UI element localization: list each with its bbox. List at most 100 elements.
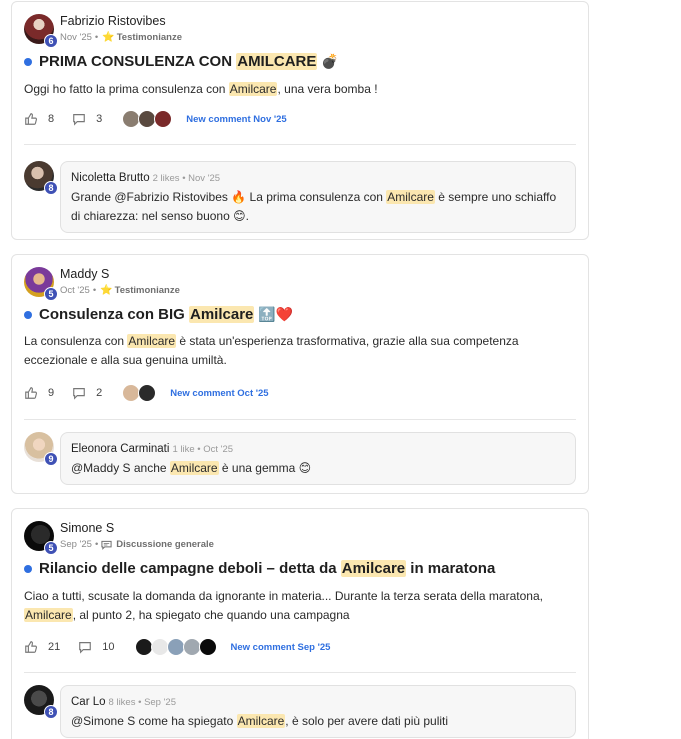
author-name[interactable]: Maddy S xyxy=(60,267,180,282)
avatar xyxy=(198,638,217,656)
search-highlight: Amilcare xyxy=(386,190,435,204)
avatar[interactable]: 5 xyxy=(24,267,58,301)
comment-meta: 1 like • Oct '25 xyxy=(172,444,234,455)
avatar[interactable]: 8 xyxy=(24,685,58,719)
comment-bubble: Car Lo 8 likes • Sep '25 @Simone S come h… xyxy=(60,685,576,738)
comment-icon[interactable] xyxy=(72,386,86,400)
comment-meta: 2 likes • Nov '25 xyxy=(152,173,221,184)
post-author-row: 6 Fabrizio Ristovibes Nov '25 • ⭐ Testim… xyxy=(24,14,182,48)
title-text: Consulenza con BIG xyxy=(39,306,190,323)
post-stats: 9 2 New comment Oct '25 xyxy=(24,384,269,402)
search-highlight: Amilcare xyxy=(24,608,73,622)
level-badge: 8 xyxy=(44,705,58,719)
search-highlight: AMILCARE xyxy=(236,53,318,70)
thumbs-up-icon[interactable] xyxy=(24,112,38,126)
star-icon: ⭐ xyxy=(100,285,113,296)
post-card[interactable]: 5 Maddy S Oct '25 • ⭐ Testimonianze Cons… xyxy=(11,254,589,494)
search-highlight: Amilcare xyxy=(127,334,177,348)
post-author-row: 5 Maddy S Oct '25 • ⭐ Testimonianze xyxy=(24,267,180,301)
avatar xyxy=(182,638,201,656)
author-name[interactable]: Fabrizio Ristovibes xyxy=(60,14,182,29)
likes-count: 21 xyxy=(48,641,61,653)
avatar xyxy=(154,110,173,128)
comment-text: @Simone S come ha spiegato Amilcare, è s… xyxy=(71,714,449,728)
search-highlight: Amilcare xyxy=(236,714,286,728)
level-badge: 6 xyxy=(44,34,58,48)
bomb-emoji: 💣 xyxy=(321,53,339,69)
level-badge: 9 xyxy=(44,452,58,466)
unread-dot xyxy=(24,310,32,319)
divider xyxy=(24,419,576,420)
avatar xyxy=(134,638,153,656)
comments-count: 3 xyxy=(96,113,103,125)
post-title[interactable]: Consulenza con BIG Amilcare 🔝❤️ xyxy=(24,306,293,323)
level-badge: 8 xyxy=(44,181,58,195)
post-card[interactable]: 6 Fabrizio Ristovibes Nov '25 • ⭐ Testim… xyxy=(11,1,589,240)
avatar xyxy=(150,638,169,656)
commenter-avatars xyxy=(134,638,217,656)
likes-count: 9 xyxy=(48,387,55,399)
level-badge: 5 xyxy=(44,287,58,301)
divider xyxy=(24,144,576,145)
comment: 8 Car Lo 8 likes • Sep '25 @Simone S come… xyxy=(24,685,576,738)
title-text: in maratona xyxy=(406,560,496,577)
new-comment-link[interactable]: New comment Nov '25 xyxy=(186,114,286,125)
new-comment-link[interactable]: New comment Sep '25 xyxy=(231,642,331,653)
comment-meta: 8 likes • Sep '25 xyxy=(108,697,176,708)
comments-count: 10 xyxy=(102,641,115,653)
likes-count: 8 xyxy=(48,113,55,125)
post-date: Sep '25 xyxy=(60,539,92,550)
unread-dot xyxy=(24,564,32,573)
comment-author[interactable]: Eleonora Carminati xyxy=(71,443,169,455)
comment-text: @Maddy S anche Amilcare è una gemma 😊 xyxy=(71,461,312,475)
comments-count: 2 xyxy=(96,387,103,399)
post-body: Oggi ho fatto la prima consulenza con Am… xyxy=(24,82,378,96)
avatar[interactable]: 6 xyxy=(24,14,58,48)
top-heart-emoji: 🔝❤️ xyxy=(258,306,294,322)
search-highlight: Amilcare xyxy=(228,82,278,96)
commenter-avatars xyxy=(122,110,173,128)
comment-author[interactable]: Car Lo xyxy=(71,696,106,708)
post-title[interactable]: Rilancio delle campagne deboli – detta d… xyxy=(24,560,495,577)
divider xyxy=(24,672,576,673)
title-text: PRIMA CONSULENZA CON xyxy=(39,53,237,70)
author-name[interactable]: Simone S xyxy=(60,521,214,536)
post-meta: Sep '25 • Discussione generale xyxy=(60,538,214,551)
post-category[interactable]: Testimonianze xyxy=(115,284,180,297)
comment-bubble: Eleonora Carminati 1 like • Oct '25 @Madd… xyxy=(60,432,576,485)
post-date: Nov '25 xyxy=(60,32,92,43)
post-category[interactable]: Testimonianze xyxy=(117,31,182,44)
thumbs-up-icon[interactable] xyxy=(24,640,38,654)
new-comment-link[interactable]: New comment Oct '25 xyxy=(170,388,268,399)
post-meta: Nov '25 • ⭐ Testimonianze xyxy=(60,31,182,44)
search-highlight: Amilcare xyxy=(169,461,219,475)
comment: 9 Eleonora Carminati 1 like • Oct '25 @Ma… xyxy=(24,432,576,485)
post-card[interactable]: 5 Simone S Sep '25 • Discussione general… xyxy=(11,508,589,739)
search-highlight: Amilcare xyxy=(340,560,407,577)
post-date: Oct '25 xyxy=(60,285,90,296)
post-meta: Oct '25 • ⭐ Testimonianze xyxy=(60,284,180,297)
title-text: Rilancio delle campagne deboli – detta d… xyxy=(39,560,341,577)
commenter-avatars xyxy=(122,384,157,402)
avatar[interactable]: 9 xyxy=(24,432,58,466)
speech-bubble-icon xyxy=(101,540,112,550)
post-author-row: 5 Simone S Sep '25 • Discussione general… xyxy=(24,521,214,555)
level-badge: 5 xyxy=(44,541,58,555)
comment-author[interactable]: Nicoletta Brutto xyxy=(71,172,150,184)
avatar[interactable]: 8 xyxy=(24,161,58,195)
post-stats: 21 10 New comment Sep '25 xyxy=(24,638,330,656)
search-highlight: Amilcare xyxy=(189,306,255,323)
avatar xyxy=(138,384,157,402)
thumbs-up-icon[interactable] xyxy=(24,386,38,400)
post-title[interactable]: PRIMA CONSULENZA CON AMILCARE 💣 xyxy=(24,53,339,70)
post-stats: 8 3 New comment Nov '25 xyxy=(24,110,287,128)
post-body: La consulenza con Amilcare è stata un'es… xyxy=(24,334,519,367)
comment-icon[interactable] xyxy=(78,640,92,654)
star-icon: ⭐ xyxy=(102,32,115,43)
comment: 8 Nicoletta Brutto 2 likes • Nov '25 Gran… xyxy=(24,161,576,233)
avatar xyxy=(166,638,185,656)
comment-text: Grande @Fabrizio Ristovibes 🔥 La prima c… xyxy=(71,190,557,223)
avatar[interactable]: 5 xyxy=(24,521,58,555)
post-category[interactable]: Discussione generale xyxy=(116,538,214,551)
comment-icon[interactable] xyxy=(72,112,86,126)
